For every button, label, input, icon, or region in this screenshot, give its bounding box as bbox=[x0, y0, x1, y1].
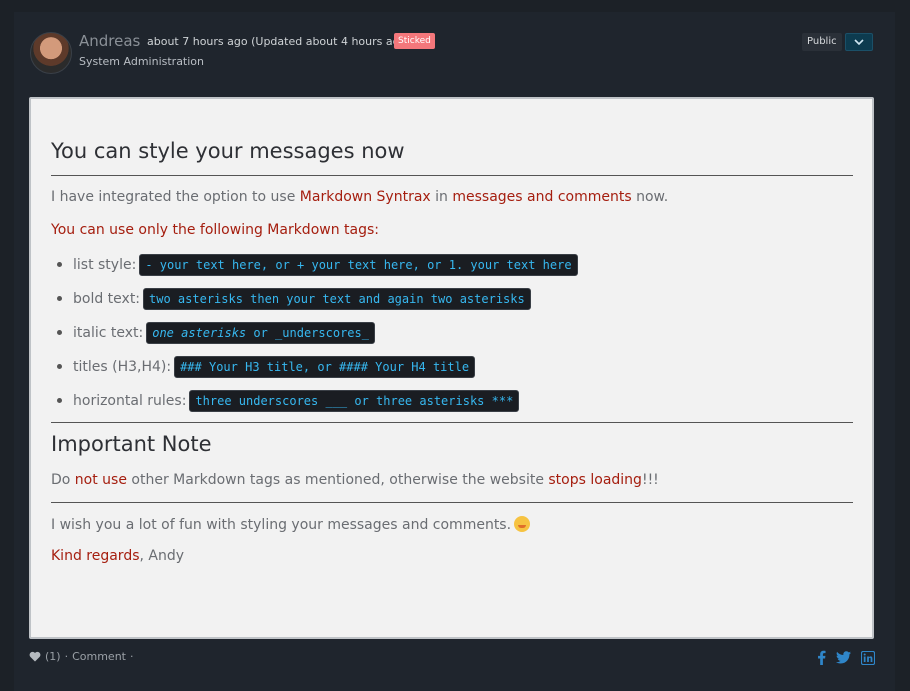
sticked-badge: Sticked bbox=[394, 33, 435, 49]
post-menu-button[interactable] bbox=[845, 33, 873, 51]
bullet bbox=[57, 364, 62, 369]
note-rule bbox=[51, 502, 853, 503]
code-snippet: - your text here, or + your text here, o… bbox=[139, 254, 578, 276]
post-timestamp: about 7 hours ago (Updated about 4 hours… bbox=[147, 35, 411, 48]
code-snippet: three underscores ___ or three asterisks… bbox=[189, 390, 520, 412]
post-actions: (1) · Comment · bbox=[29, 650, 134, 663]
code-snippet: two asterisks then your text and again t… bbox=[143, 288, 531, 310]
intro-paragraph: I have integrated the option to use Mark… bbox=[51, 189, 669, 205]
markdown-link[interactable]: Markdown Syntrax bbox=[300, 189, 431, 205]
share-icons bbox=[817, 650, 875, 665]
visibility-badge: Public bbox=[802, 33, 842, 51]
messages-comments-link[interactable]: messages and comments bbox=[452, 189, 631, 205]
list-item: titles (H3,H4): ### Your H3 title, or ##… bbox=[57, 356, 476, 378]
bullet bbox=[57, 296, 62, 301]
group-name[interactable]: System Administration bbox=[79, 55, 204, 68]
note-title: Important Note bbox=[51, 432, 212, 456]
list-item: italic text: one asterisks or _underscor… bbox=[57, 322, 375, 344]
bullet bbox=[57, 262, 62, 267]
bullet bbox=[57, 398, 62, 403]
linkedin-icon[interactable] bbox=[861, 650, 875, 665]
like-count[interactable]: (1) bbox=[45, 650, 61, 663]
chevron-down-icon bbox=[854, 39, 864, 45]
list-item: horizontal rules: three underscores ___ … bbox=[57, 390, 520, 412]
facebook-icon[interactable] bbox=[817, 650, 826, 665]
code-snippet: one asterisks or _underscores_ bbox=[146, 322, 375, 344]
avatar[interactable] bbox=[30, 32, 72, 74]
comment-link[interactable]: Comment bbox=[72, 650, 126, 663]
heart-icon[interactable] bbox=[29, 651, 41, 662]
smile-emoji-icon bbox=[514, 516, 531, 532]
post-card: Andreas about 7 hours ago (Updated about… bbox=[14, 12, 895, 691]
twitter-icon[interactable] bbox=[836, 651, 851, 664]
message-body: You can style your messages now I have i… bbox=[29, 97, 874, 639]
list-item: list style: - your text here, or + your … bbox=[57, 254, 578, 276]
bullet bbox=[57, 330, 62, 335]
section-rule bbox=[51, 422, 853, 423]
code-snippet: ### Your H3 title, or #### Your H4 title bbox=[174, 356, 476, 378]
message-title: You can style your messages now bbox=[51, 139, 405, 163]
tags-heading: You can use only the following Markdown … bbox=[51, 222, 380, 238]
list-item: bold text: two asterisks then your text … bbox=[57, 288, 531, 310]
wish-paragraph: I wish you a lot of fun with styling you… bbox=[51, 516, 531, 533]
author-name[interactable]: Andreas bbox=[79, 32, 140, 50]
regards-line: Kind regards, Andy bbox=[51, 548, 185, 564]
note-paragraph: Do not use other Markdown tags as mentio… bbox=[51, 472, 659, 488]
title-rule bbox=[51, 175, 853, 176]
